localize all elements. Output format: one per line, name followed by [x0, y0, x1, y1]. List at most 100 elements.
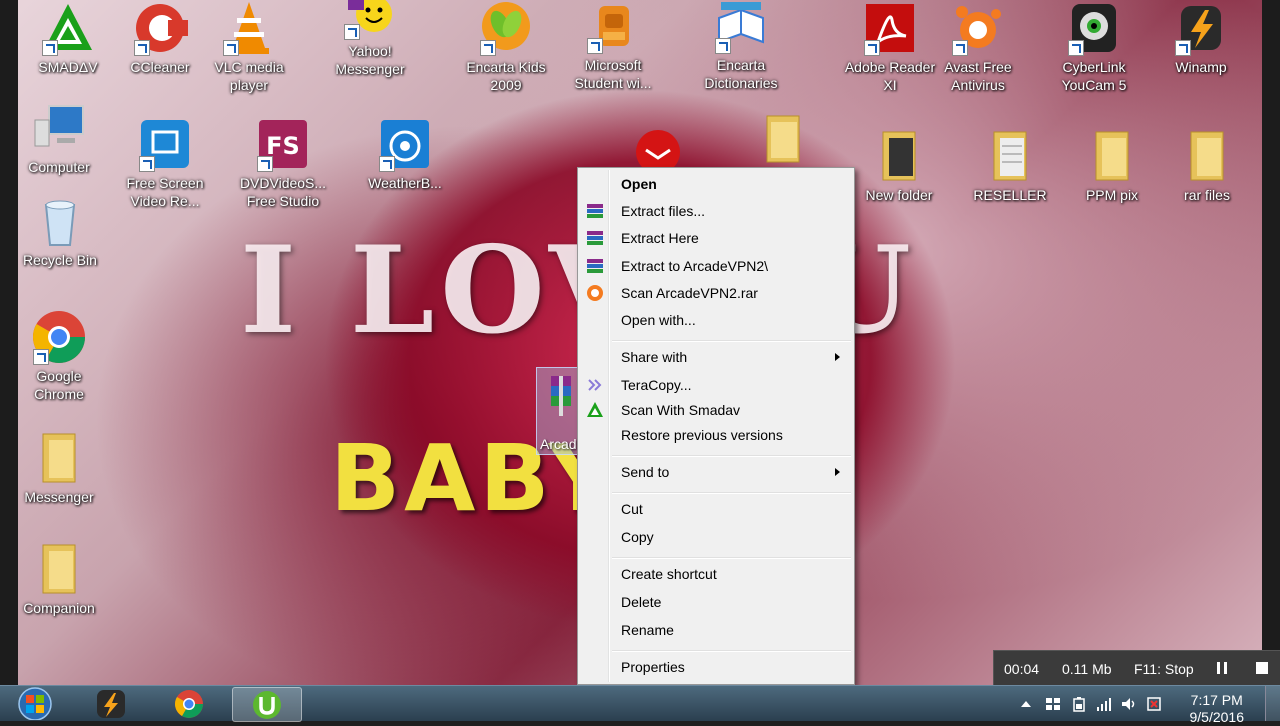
menu-item-extract-to[interactable]: Extract to ArcadeVPN2\ [580, 253, 852, 279]
winrar-icon [586, 202, 604, 220]
stop-icon[interactable] [1255, 661, 1269, 675]
menu-item-cut[interactable]: Cut [580, 496, 852, 522]
menu-item-restore-previous-versions[interactable]: Restore previous versions [580, 422, 852, 448]
system-clock[interactable]: 7:17 PM 9/5/2016 [1190, 692, 1245, 726]
recorder-elapsed-time: 00:04 [1004, 661, 1040, 677]
menu-item-share-with[interactable]: Share with [580, 344, 852, 370]
menu-item-copy[interactable]: Copy [580, 524, 852, 550]
recorder-stop-hint: F11: Stop [1134, 661, 1194, 677]
folder-icon [1084, 128, 1140, 184]
menu-item-create-shortcut[interactable]: Create shortcut [580, 561, 852, 587]
desktop-icon-companion-folder[interactable]: Companion [11, 541, 107, 617]
encarta-dictionaries-icon [713, 0, 769, 54]
desktop-icon-encarta-kids[interactable]: Encarta Kids 2009 [458, 0, 554, 94]
desktop-icon-computer[interactable]: Computer [11, 100, 107, 176]
youcam-icon [1066, 0, 1122, 56]
menu-item-properties[interactable]: Properties [580, 654, 852, 680]
desktop-icon-yahoo-messenger[interactable]: Yahoo! Messenger [322, 0, 418, 78]
network-signal-icon[interactable] [1095, 695, 1113, 713]
desktop-icon-adobe-reader[interactable]: Adobe Reader XI [842, 0, 938, 94]
smadav-icon [40, 0, 96, 56]
selected-file-label: Arcad [540, 436, 577, 452]
volume-icon[interactable] [1120, 695, 1138, 713]
recorder-bar: 00:04 0.11 Mb F11: Stop [993, 650, 1280, 688]
taskbar-winamp[interactable] [80, 687, 142, 720]
desktop-icon-free-screen-video-recorder[interactable]: Free Screen Video Re... [117, 116, 213, 210]
desktop-icon-vlc[interactable]: VLC media player [201, 0, 297, 94]
recycle-bin-icon [32, 193, 88, 249]
start-button[interactable] [4, 687, 66, 721]
pause-icon[interactable] [1215, 661, 1229, 675]
menu-separator [612, 557, 851, 559]
folder-icon [755, 110, 811, 166]
winrar-icon [586, 229, 604, 247]
desktop-icon-folder-top[interactable] [735, 110, 831, 166]
chrome-icon [158, 690, 220, 724]
chrome-icon [31, 309, 87, 365]
desktop-icon-messenger-folder[interactable]: Messenger [11, 430, 107, 506]
show-hidden-icons-arrow-icon[interactable] [1017, 695, 1035, 713]
screen-recorder-icon [137, 116, 193, 172]
desktop-icon-avast[interactable]: Avast Free Antivirus [930, 0, 1026, 94]
menu-item-scan-smadav[interactable]: Scan With Smadav [580, 397, 852, 423]
battery-icon[interactable] [1070, 695, 1088, 713]
menu-item-open[interactable]: Open [580, 171, 852, 197]
menu-item-scan-avast[interactable]: Scan ArcadeVPN2.rar [580, 280, 852, 306]
desktop-icon-smadav[interactable]: SMADΔV [20, 0, 116, 76]
desktop-icon-new-folder[interactable]: New folder [851, 128, 947, 204]
menu-separator [612, 650, 851, 652]
dvdvideosoft-icon: FS [255, 116, 311, 172]
windows-flag-icon[interactable] [1044, 695, 1062, 713]
desktop-icon-reseller[interactable]: RESELLER [962, 128, 1058, 204]
desktop-icon-google-chrome[interactable]: Google Chrome [11, 309, 107, 403]
submenu-arrow-icon [835, 353, 840, 361]
menu-item-open-with[interactable]: Open with... [580, 307, 852, 333]
desktop-icon-ccleaner[interactable]: CCleaner [112, 0, 208, 76]
winrar-icon [586, 257, 604, 275]
winrar-archive-icon [551, 376, 571, 416]
desktop-icon-microsoft-student[interactable]: Microsoft Student wi... [565, 0, 661, 92]
taskbar-chrome[interactable] [158, 687, 220, 720]
desktop-icon-youcam[interactable]: CyberLink YouCam 5 [1046, 0, 1142, 94]
menu-item-send-to[interactable]: Send to [580, 459, 852, 485]
taskbar-utorrent[interactable] [232, 687, 302, 722]
menu-separator [612, 340, 851, 342]
desktop-icon-dvdvideosoft[interactable]: FS DVDVideoS... Free Studio [235, 116, 331, 210]
vlc-icon [221, 0, 277, 56]
folder-icon [982, 128, 1038, 184]
desktop-icon-ppm-pix[interactable]: PPM pix [1064, 128, 1160, 204]
menu-item-teracopy[interactable]: TeraCopy... [580, 372, 852, 398]
computer-icon [31, 100, 87, 156]
yahoo-messenger-icon [342, 0, 398, 40]
selected-file-arcadevpn2[interactable]: Arcad [536, 367, 580, 455]
desktop-icon-weatherbug[interactable]: WeatherB... [357, 116, 453, 192]
utorrent-icon [233, 691, 301, 725]
menu-item-extract-here[interactable]: Extract Here [580, 225, 852, 251]
clock-date: 9/5/2016 [1189, 709, 1245, 725]
folder-icon [31, 541, 87, 597]
action-center-flag-icon[interactable] [1145, 695, 1163, 713]
desktop-icon-encarta-dictionaries[interactable]: Encarta Dictionaries [693, 0, 789, 92]
microsoft-student-icon [585, 0, 641, 54]
menu-separator [612, 455, 851, 457]
context-menu: Open Extract files... Extract Here Extra… [577, 167, 855, 685]
taskbar: 7:17 PM 9/5/2016 [0, 685, 1280, 725]
desktop-icon-winamp[interactable]: Winamp [1153, 0, 1249, 76]
adobe-reader-icon [862, 0, 918, 56]
avast-icon [950, 0, 1006, 56]
folder-icon [1179, 128, 1235, 184]
submenu-arrow-icon [835, 468, 840, 476]
desktop-icon-recycle-bin[interactable]: Recycle Bin [12, 193, 108, 269]
smadav-icon [586, 401, 604, 419]
menu-item-rename[interactable]: Rename [580, 617, 852, 643]
right-border [1262, 0, 1280, 685]
encarta-kids-icon [478, 0, 534, 56]
show-desktop-button[interactable] [1265, 686, 1280, 721]
folder-icon [871, 128, 927, 184]
avast-icon [586, 284, 604, 302]
ccleaner-icon [132, 0, 188, 56]
menu-item-extract-files[interactable]: Extract files... [580, 198, 852, 224]
desktop-icon-rar-files[interactable]: rar files [1159, 128, 1255, 204]
clock-time: 7:17 PM [1190, 692, 1243, 708]
menu-item-delete[interactable]: Delete [580, 589, 852, 615]
